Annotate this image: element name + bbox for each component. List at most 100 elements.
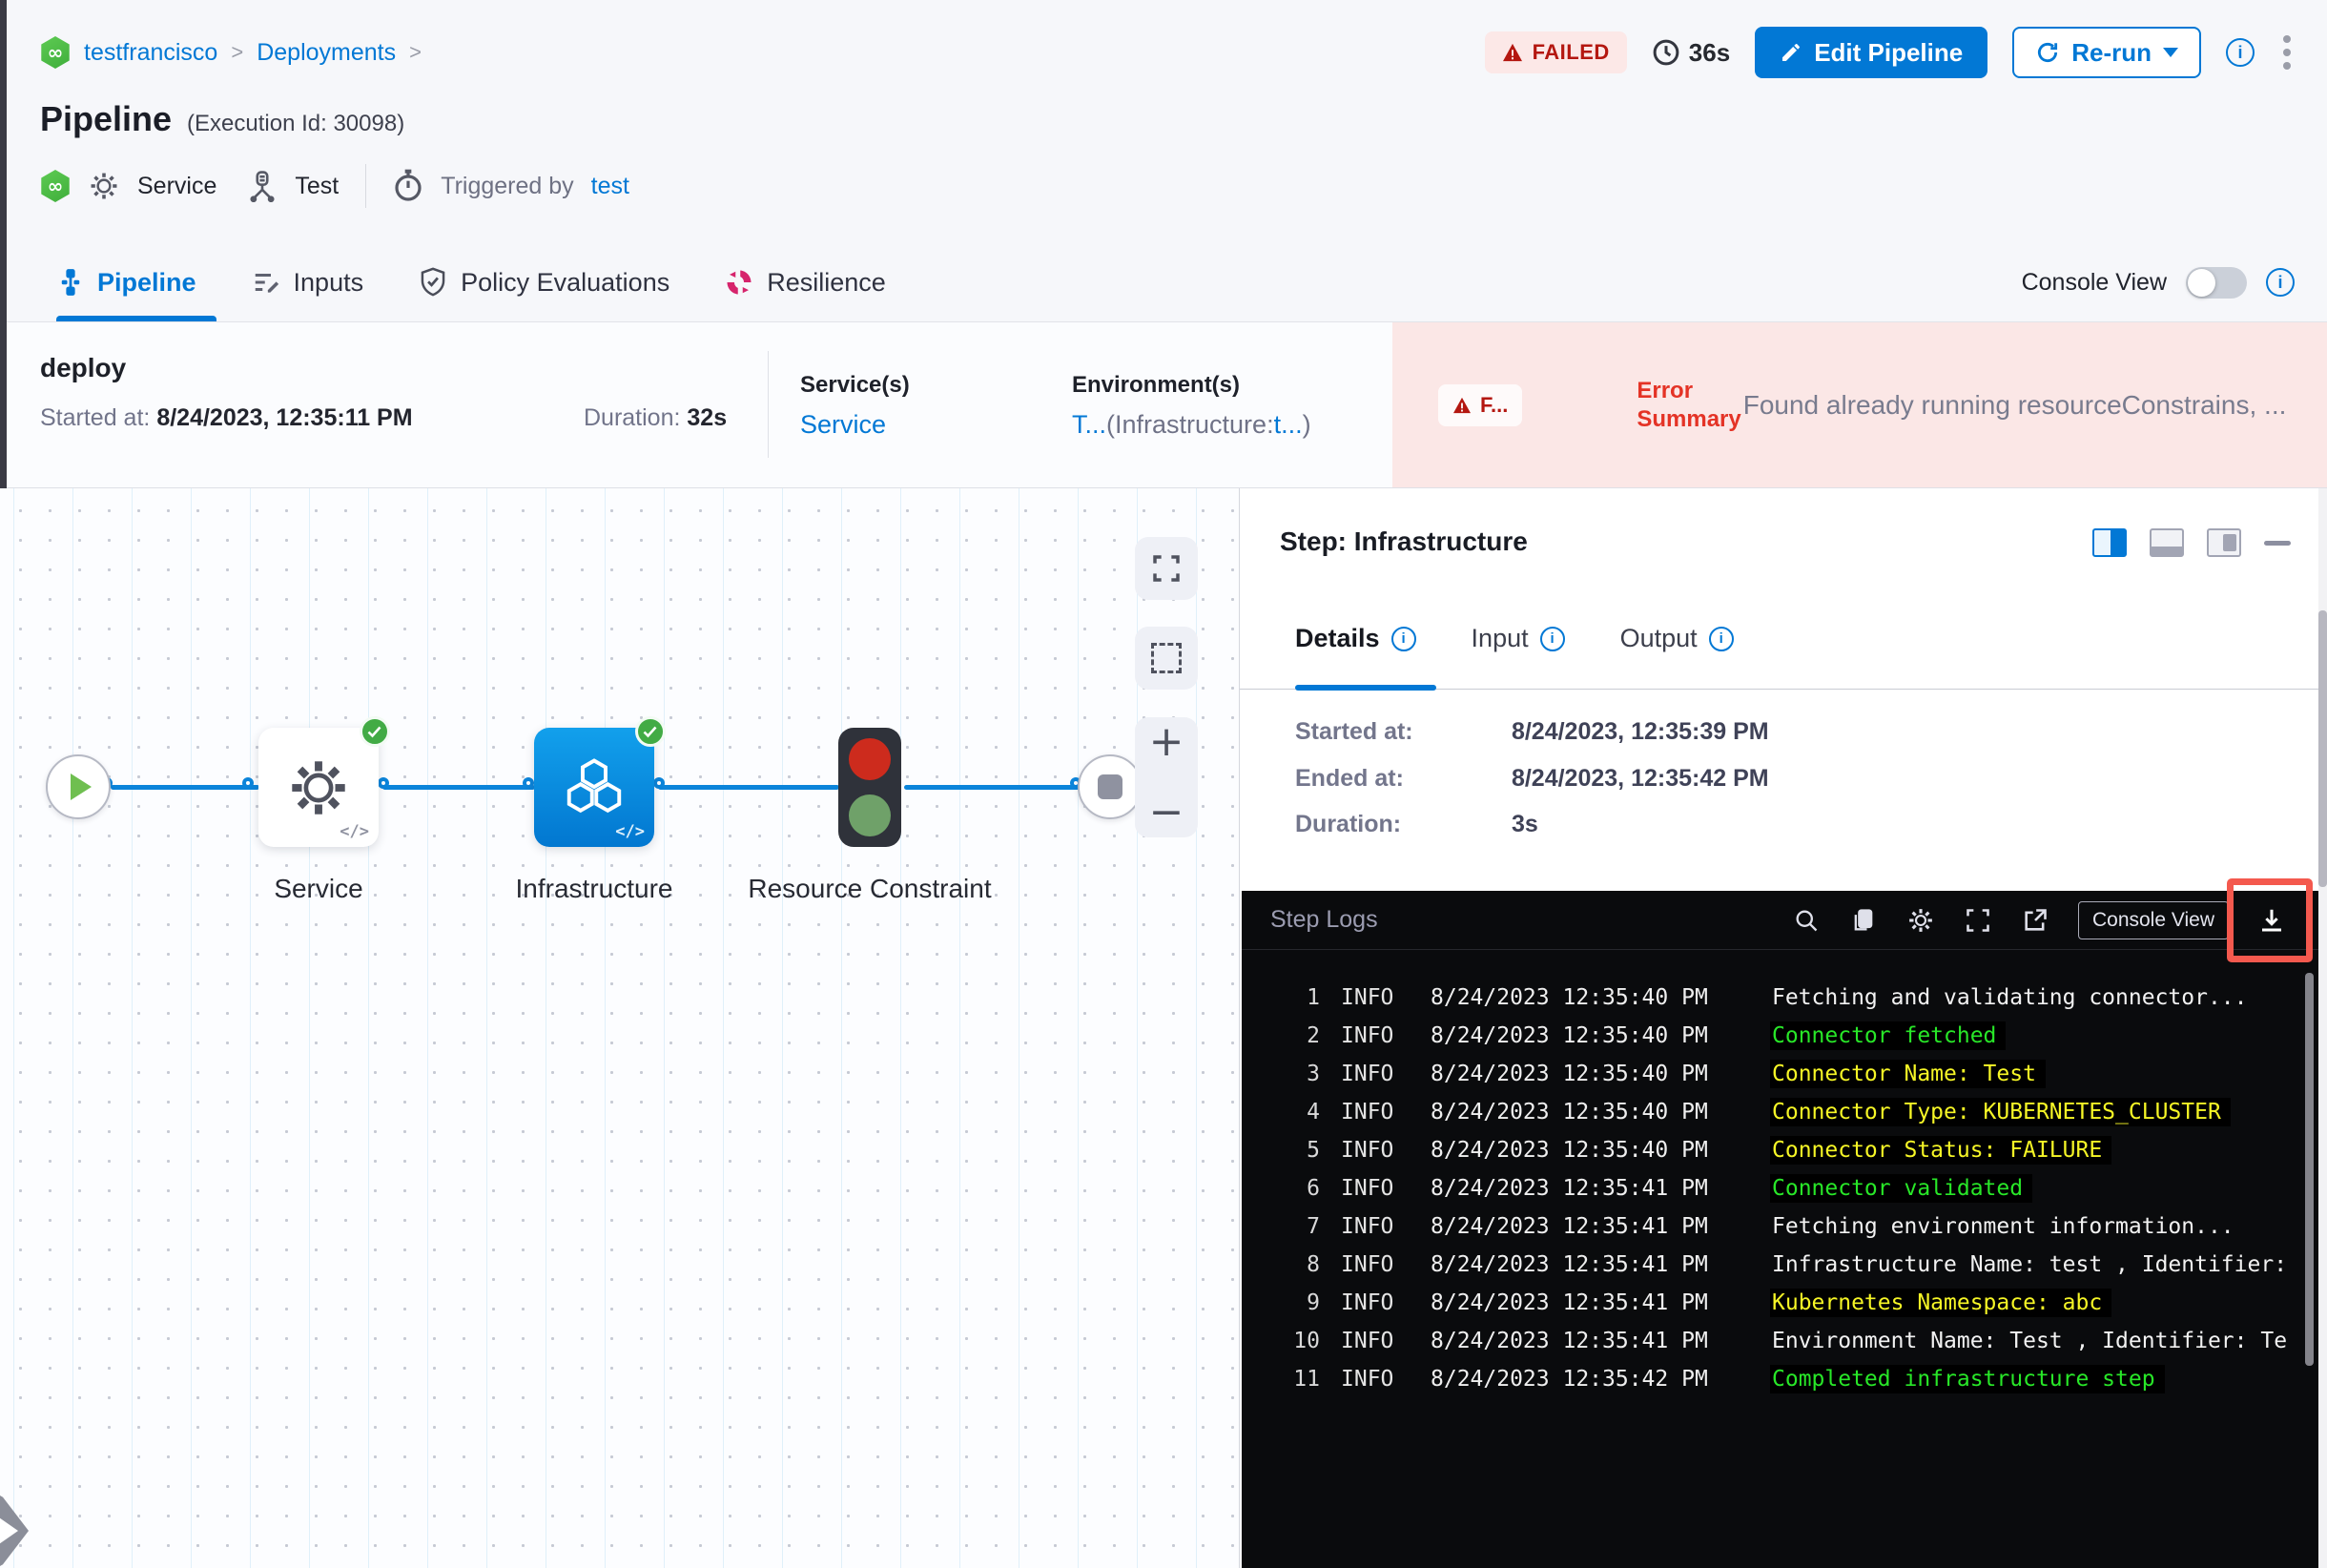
input-info-icon[interactable]: i [1539, 626, 1565, 651]
log-line: 2 INFO 8/24/2023 12:35:40 PM Connector fetc… [1242, 1017, 2320, 1055]
chevron-right-icon [0, 1517, 18, 1544]
env-close-paren: ) [1302, 410, 1311, 439]
log-line: 1 INFO 8/24/2023 12:35:40 PM Fetching and v… [1307, 985, 2248, 1010]
tab-resilience-label: Resilience [767, 267, 886, 297]
start-node[interactable] [46, 754, 111, 819]
tab-details-label: Details [1295, 624, 1380, 652]
service-name[interactable]: Service [137, 173, 216, 200]
log-search-icon[interactable] [1792, 906, 1821, 935]
execution-tabbar: Pipeline Inputs Policy Evaluations Resil… [0, 243, 2327, 322]
log-fullscreen-icon[interactable] [1964, 906, 1992, 935]
divider [365, 164, 367, 208]
pipeline-execution-page: ∞ testfrancisco > Deployments > Pipeline… [0, 0, 2327, 1568]
expand-panel-handle[interactable] [0, 1478, 29, 1568]
breadcrumb-separator: > [231, 40, 244, 64]
console-view-info-icon[interactable]: i [2266, 268, 2295, 297]
tab-details[interactable]: Details i [1295, 624, 1416, 653]
status-badge: FAILED [1484, 31, 1627, 73]
service-gear-icon [88, 170, 120, 202]
detail-started-value: 8/24/2023, 12:35:39 PM [1511, 718, 1769, 745]
console-view-toggle[interactable] [2186, 266, 2247, 299]
step-details-panel: Step: Infrastructure Details i Input i O… [1239, 488, 2327, 1568]
console-view-label: Console View [2021, 268, 2167, 296]
link-dot [523, 777, 534, 789]
log-line: 4 INFO 8/24/2023 12:35:40 PM Connector Type… [1242, 1093, 2320, 1131]
rerun-info-icon[interactable]: i [2226, 38, 2255, 67]
breadcrumb: ∞ testfrancisco > Deployments > [40, 36, 422, 69]
node-label-service[interactable]: Service [195, 870, 443, 909]
layout-right-view-button[interactable] [2092, 528, 2127, 557]
error-status-badge: F... [1438, 383, 1523, 426]
console-scrollbar-thumb[interactable] [2305, 973, 2314, 1366]
error-badge-text: F... [1480, 392, 1509, 417]
tab-inputs-label: Inputs [293, 267, 364, 297]
code-badge: </> [615, 822, 645, 841]
breadcrumb-separator: > [409, 40, 422, 64]
started-value: 8/24/2023, 12:35:11 PM [156, 404, 413, 431]
env-infra-link[interactable]: t... [1274, 410, 1303, 439]
service-step-node[interactable]: </> [258, 716, 390, 847]
layout-bottom-view-button[interactable] [2150, 528, 2184, 557]
trigger-user-link[interactable]: test [591, 173, 629, 200]
zoom-in-button[interactable]: + [1149, 721, 1184, 763]
breadcrumb-deployments-link[interactable]: Deployments [257, 39, 396, 67]
rerun-button[interactable]: Re-run [2012, 27, 2201, 78]
zoom-out-button[interactable]: − [1149, 792, 1184, 834]
breadcrumb-project-link[interactable]: testfrancisco [84, 39, 217, 67]
tab-output[interactable]: Output i [1620, 624, 1734, 653]
layout-floating-view-button[interactable] [2207, 528, 2241, 557]
canvas-fullscreen-button[interactable] [1135, 537, 1198, 600]
link-start-service [111, 785, 259, 790]
harness-cd-icon: ∞ [41, 36, 70, 69]
details-info-icon[interactable]: i [1390, 626, 1416, 651]
page-title: Pipeline [40, 99, 173, 138]
error-summary-zone: F... Error Summary Found already running… [1392, 322, 2327, 487]
canvas-zoom-panel: + − [1135, 717, 1198, 837]
detail-duration-label: Duration: [1295, 811, 1402, 837]
tab-output-label: Output [1619, 624, 1698, 652]
code-badge: </> [340, 822, 369, 841]
service-link[interactable]: Service [800, 410, 910, 440]
panel-layout-controls [2092, 528, 2291, 557]
services-column: Service(s) Service [800, 372, 910, 440]
detail-duration-value: 3s [1511, 811, 1538, 837]
clock-icon [1652, 38, 1680, 67]
link-dot [242, 777, 254, 789]
panel-scrollbar-thumb[interactable] [2318, 610, 2327, 887]
tab-pipeline[interactable]: Pipeline [57, 243, 196, 321]
output-info-icon[interactable]: i [1708, 626, 1734, 651]
env-infra-text: (Infrastructure: [1106, 410, 1274, 439]
log-settings-icon[interactable] [1906, 906, 1935, 935]
resource-constraint-node[interactable] [838, 728, 901, 847]
log-open-external-icon[interactable] [2021, 906, 2049, 935]
download-logs-icon[interactable] [2257, 906, 2286, 935]
node-label-resource-constraint[interactable]: Resource Constraint [746, 870, 994, 909]
canvas-marquee-select-button[interactable] [1135, 627, 1198, 690]
triggered-by-label: Triggered by [441, 172, 574, 199]
environment-name[interactable]: Test [295, 173, 339, 200]
pipeline-canvas[interactable]: </> </> Service Infrastructure Resource … [0, 488, 1239, 1568]
log-copy-icon[interactable] [1849, 906, 1878, 935]
minimize-panel-button[interactable] [2264, 540, 2291, 546]
stage-name[interactable]: deploy [40, 353, 126, 383]
node-label-infrastructure[interactable]: Infrastructure [470, 870, 718, 909]
environment-value[interactable]: T...(Infrastructure:t...) [1072, 410, 1311, 440]
step-panel-tabs: Details i Input i Output i [1295, 624, 1734, 653]
play-icon [71, 774, 92, 800]
console-view-button[interactable]: Console View [2077, 900, 2229, 939]
tab-input[interactable]: Input i [1472, 624, 1565, 653]
edit-pipeline-button[interactable]: Edit Pipeline [1755, 27, 1988, 78]
panel-scrollbar-track[interactable] [2318, 488, 2327, 1568]
console-view-group: Console View i [2022, 243, 2295, 321]
link-dot [653, 777, 665, 789]
log-line: 3 INFO 8/24/2023 12:35:40 PM Connector Name… [1242, 1055, 2320, 1093]
tab-policy-evaluations[interactable]: Policy Evaluations [419, 243, 669, 321]
env-link[interactable]: T... [1072, 410, 1106, 439]
more-options-menu[interactable] [2279, 31, 2295, 73]
status-text: FAILED [1532, 40, 1610, 64]
end-node[interactable] [1078, 754, 1143, 819]
infrastructure-step-node[interactable]: </> [534, 716, 666, 847]
tab-inputs[interactable]: Inputs [252, 243, 364, 321]
tab-resilience[interactable]: Resilience [725, 243, 886, 321]
detail-ended-value: 8/24/2023, 12:35:42 PM [1511, 765, 1769, 792]
